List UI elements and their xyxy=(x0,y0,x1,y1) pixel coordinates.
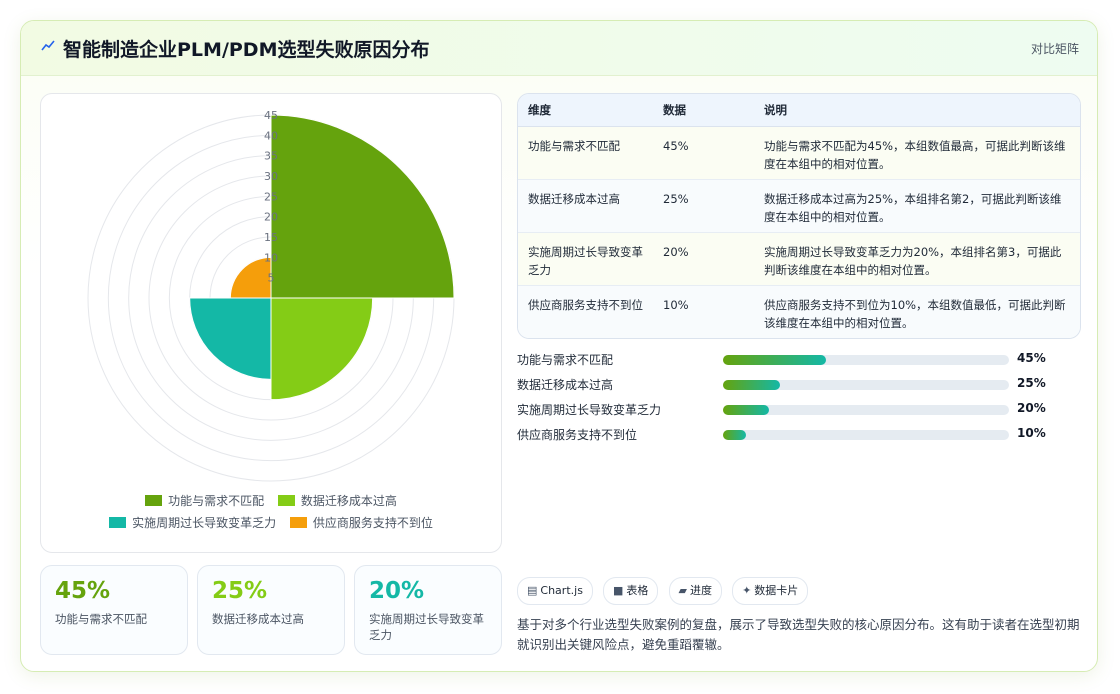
progress-list: 功能与需求不匹配 45% 数据迁移成本过高 25% 实施周期过长导致变革乏力 2… xyxy=(517,347,1081,447)
progress-fill xyxy=(723,430,746,440)
tag-data-cards[interactable]: ✦ 数据卡片 xyxy=(732,577,809,605)
stat-label: 数据迁移成本过高 xyxy=(212,612,304,626)
polar-chart: 5 10 15 20 25 30 35 40 45 功能与需求不匹配 数据迁移成本过高 实施周期… xyxy=(40,93,502,553)
stat-value: 45% xyxy=(55,578,111,604)
progress-row: 供应商服务支持不到位 10% xyxy=(517,426,1046,442)
stat-value: 20% xyxy=(369,578,425,604)
tick-label: 25 xyxy=(264,190,278,203)
table-header: 说明 xyxy=(754,94,1080,127)
tag-list: ▤ Chart.js ■ 表格 ▰ 进度 ✦ 数据卡片 xyxy=(517,577,813,605)
comparison-matrix-link[interactable]: 对比矩阵 xyxy=(1031,40,1079,57)
tick-label: 45 xyxy=(264,109,278,122)
progress-track xyxy=(723,355,1009,365)
tick-label: 35 xyxy=(264,150,278,163)
progress-row: 功能与需求不匹配 45% xyxy=(517,351,1046,367)
stat-value: 25% xyxy=(212,578,268,604)
polar-segment[interactable] xyxy=(270,114,455,299)
legend-item[interactable]: 数据迁移成本过高 xyxy=(277,492,397,509)
progress-track xyxy=(723,405,1009,415)
progress-fill xyxy=(723,355,826,365)
stat-card: 45% 功能与需求不匹配 xyxy=(40,565,188,655)
table-header: 数据 xyxy=(653,94,754,127)
tick-label: 20 xyxy=(264,211,278,224)
table-row: 数据迁移成本过高 25% 数据迁移成本过高为25%，本组排名第2，可据此判断该维… xyxy=(518,179,1080,233)
progress-fill xyxy=(723,380,781,390)
page-title: 智能制造企业PLM/PDM选型失败原因分布 xyxy=(63,39,430,61)
stat-card: 25% 数据迁移成本过高 xyxy=(197,565,345,655)
legend-item[interactable]: 供应商服务支持不到位 xyxy=(289,514,433,531)
main-card: 智能制造企业PLM/PDM选型失败原因分布 对比矩阵 5 10 15 20 25 30 35… xyxy=(20,20,1098,672)
tick-label: 10 xyxy=(264,251,278,264)
table-row: 实施周期过长导致变革乏力 20% 实施周期过长导致变革乏力为20%，本组排名第3… xyxy=(518,232,1080,286)
chart-legend: 功能与需求不匹配 数据迁移成本过高 实施周期过长导致变革乏力 供应商服务支持不到… xyxy=(41,492,501,536)
polar-segment[interactable] xyxy=(189,297,272,380)
legend-item[interactable]: 实施周期过长导致变革乏力 xyxy=(109,514,276,531)
legend-item[interactable]: 功能与需求不匹配 xyxy=(145,492,264,509)
tag-progress[interactable]: ▰ 进度 xyxy=(668,577,722,605)
table-icon: ■ xyxy=(613,584,624,597)
stat-card: 20% 实施周期过长导致变革乏力 xyxy=(354,565,502,655)
progress-fill xyxy=(723,405,769,415)
tick-label: 5 xyxy=(268,272,275,285)
tag-table[interactable]: ■ 表格 xyxy=(603,577,659,605)
chart-icon: ▤ xyxy=(527,584,538,597)
table-row: 供应商服务支持不到位 10% 供应商服务支持不到位为10%，本组数值最低，可据此… xyxy=(518,285,1080,338)
polar-area-chart: 5 10 15 20 25 30 35 40 45 xyxy=(87,109,455,482)
trend-icon xyxy=(41,40,55,51)
progress-row: 实施周期过长导致变革乏力 20% xyxy=(517,401,1046,417)
description: 基于对多个行业选型失败案例的复盘，展示了导致选型失败的核心原因分布。这有助于读者… xyxy=(517,617,1080,652)
progress-track xyxy=(723,380,1009,390)
sparkle-icon: ✦ xyxy=(742,584,752,597)
tick-label: 15 xyxy=(264,231,278,244)
stat-label: 实施周期过长导致变革乏力 xyxy=(369,612,484,642)
tick-label: 40 xyxy=(264,129,278,142)
progress-track xyxy=(723,430,1009,440)
progress-row: 数据迁移成本过高 25% xyxy=(517,376,1046,392)
data-table: 维度 数据 说明 功能与需求不匹配 45% 功能与需求不匹配为45%，本组数值最… xyxy=(517,93,1081,339)
progress-icon: ▰ xyxy=(678,584,687,597)
table-row: 功能与需求不匹配 45% 功能与需求不匹配为45%，本组数值最高，可据此判断该维… xyxy=(518,126,1080,180)
tag-chartjs[interactable]: ▤ Chart.js xyxy=(517,577,593,605)
table-header: 维度 xyxy=(518,94,653,127)
tick-label: 30 xyxy=(264,170,278,183)
header: 智能制造企业PLM/PDM选型失败原因分布 对比矩阵 xyxy=(21,21,1097,76)
stat-label: 功能与需求不匹配 xyxy=(55,612,147,626)
